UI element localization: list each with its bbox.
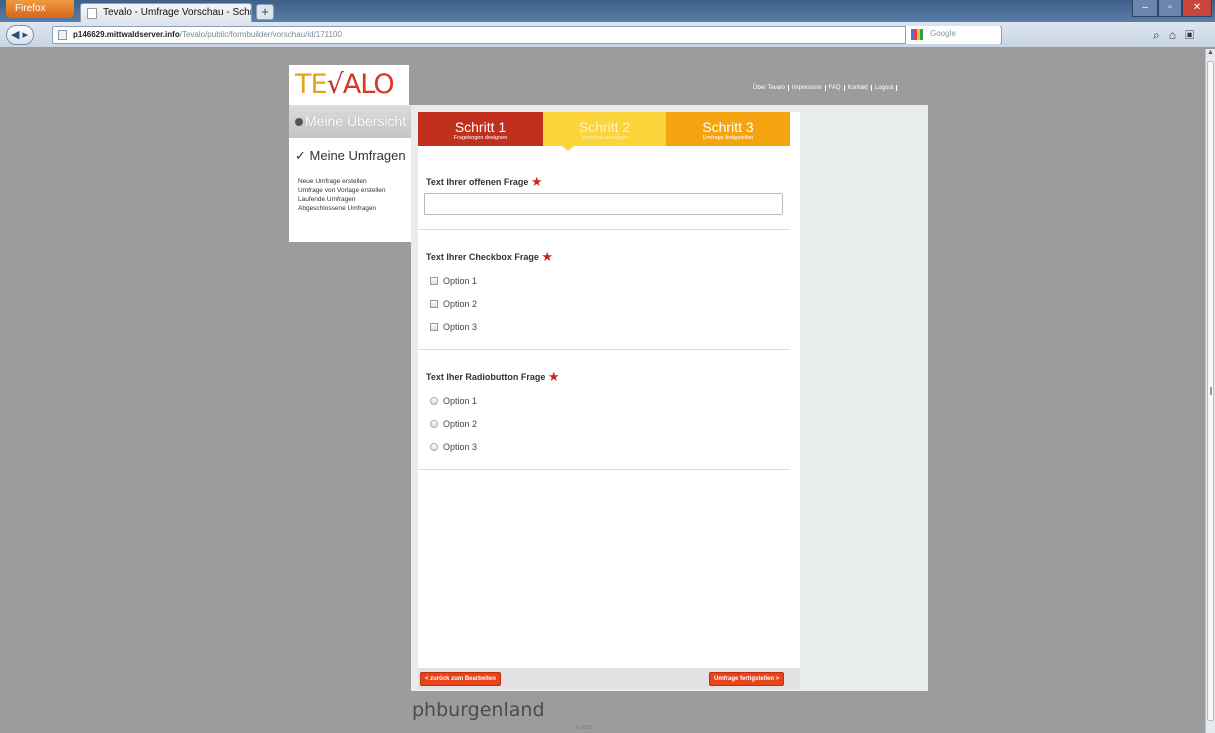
bookmarks-icon[interactable]: ▣ [1185, 28, 1203, 42]
survey-preview-form: Schritt 1 Fragebogen designen Schritt 2 … [418, 112, 800, 689]
link-faq[interactable]: FAQ [825, 85, 845, 91]
top-navigation: Über Tevalo Impressum FAQ Kontakt Logout [750, 85, 898, 91]
step-tabs: Schritt 1 Fragebogen designen Schritt 2 … [418, 112, 790, 146]
back-to-edit-button[interactable]: < zurück zum Bearbeiten [420, 672, 501, 686]
checkbox-option-2[interactable]: Option 2 [430, 299, 477, 309]
form-footer: < zurück zum Bearbeiten Umfrage fertigst… [418, 668, 800, 689]
divider [418, 349, 790, 350]
question-open-label: Text Ihrer offenen Frage ★ [426, 174, 543, 189]
required-star-icon: ★ [541, 249, 554, 264]
page-favicon-icon [87, 8, 97, 19]
checkbox-icon[interactable] [430, 277, 438, 285]
phburgenland-logo: phburgenland [412, 699, 545, 721]
scroll-up-arrow-icon[interactable]: ▲ [1206, 49, 1215, 60]
home-icon[interactable]: ⌂ [1169, 28, 1185, 42]
sidebar-link-survey-from-template[interactable]: Umfrage von Vorlage erstellen [298, 187, 385, 194]
link-ueber-tevalo[interactable]: Über Tevalo [750, 85, 789, 91]
question-checkbox-label: Text Ihrer Checkbox Frage ★ [426, 249, 554, 264]
finish-survey-button[interactable]: Umfrage fertigstellen > [709, 672, 785, 686]
sidebar: Meine Übersicht ✓ Meine Umfragen Neue Um… [289, 105, 411, 242]
maximize-button[interactable]: ▫ [1158, 0, 1182, 17]
divider [418, 469, 790, 470]
google-search-icon [911, 29, 923, 40]
toolbar-icons: ⌕⌂▣ [1153, 28, 1203, 43]
checkbox-option-1[interactable]: Option 1 [430, 276, 477, 286]
url-path: /Tevalo/public/formbuilder/vorschau/id/1… [179, 30, 342, 39]
navigation-bar: ◀ ▸ p146629.mittwaldserver.info/Tevalo/p… [0, 22, 1215, 48]
vertical-scrollbar[interactable]: ▲ [1205, 49, 1215, 733]
browser-tab[interactable]: Tevalo - Umfrage Vorschau - Schritt 2 [80, 3, 252, 22]
scroll-thumb[interactable] [1207, 61, 1214, 721]
search-field[interactable]: Google [905, 26, 1000, 44]
close-window-button[interactable]: ✕ [1182, 0, 1212, 17]
minimize-button[interactable]: – [1132, 0, 1158, 17]
bullet-icon [295, 118, 303, 126]
radio-button-icon[interactable] [430, 420, 438, 428]
copyright-text: © 2011 [576, 725, 592, 731]
question-radio-label: Text Iher Radiobutton Frage ★ [426, 369, 560, 384]
magnifier-icon[interactable]: ⌕ [1153, 28, 1169, 42]
back-button[interactable]: ◀ ▸ [6, 25, 34, 45]
page-identity-icon [58, 30, 67, 40]
sidebar-item-my-surveys[interactable]: ✓ Meine Umfragen [295, 148, 406, 164]
radio-button-icon[interactable] [430, 443, 438, 451]
address-bar[interactable]: p146629.mittwaldserver.info/Tevalo/publi… [52, 26, 1002, 44]
tevalo-logo[interactable]: TE√ALO [289, 65, 409, 105]
new-tab-button[interactable]: + [256, 4, 274, 20]
active-step-pointer-icon [562, 146, 574, 151]
scroll-grip-icon [1210, 387, 1212, 395]
radio-option-1[interactable]: Option 1 [430, 396, 477, 406]
divider [418, 229, 790, 230]
radio-button-icon[interactable] [430, 397, 438, 405]
link-logout[interactable]: Logout [871, 85, 898, 91]
checkbox-icon[interactable] [430, 323, 438, 331]
link-impressum[interactable]: Impressum [788, 85, 826, 91]
link-kontakt[interactable]: Kontakt [844, 85, 872, 91]
url-host: p146629.mittwaldserver.info [73, 30, 180, 39]
browser-tab-title: Tevalo - Umfrage Vorschau - Schritt 2 [103, 7, 251, 18]
window-titlebar: Firefox Tevalo - Umfrage Vorschau - Schr… [0, 0, 1215, 22]
page-viewport: TE√ALO Über Tevalo Impressum FAQ Kontakt Log… [0, 49, 1205, 733]
sidebar-link-new-survey[interactable]: Neue Umfrage erstellen [298, 178, 367, 185]
radio-option-3[interactable]: Option 3 [430, 442, 477, 452]
required-star-icon: ★ [547, 369, 560, 384]
firefox-menu-button[interactable]: Firefox [6, 0, 74, 18]
radio-option-2[interactable]: Option 2 [430, 419, 477, 429]
content-panel: Schritt 1 Fragebogen designen Schritt 2 … [411, 105, 928, 691]
checkbox-option-3[interactable]: Option 3 [430, 322, 477, 332]
open-answer-input[interactable] [424, 193, 783, 215]
checkbox-icon[interactable] [430, 300, 438, 308]
tab-step-3[interactable]: Schritt 3 Umfrage fertigstellen [666, 112, 790, 146]
sidebar-item-overview[interactable]: Meine Übersicht [289, 105, 411, 138]
required-star-icon: ★ [530, 174, 543, 189]
tab-step-2[interactable]: Schritt 2 Vorschau anzeigen [543, 112, 666, 146]
sidebar-link-closed-surveys[interactable]: Abgeschlossene Umfragen [298, 205, 376, 212]
sidebar-link-running-surveys[interactable]: Laufende Umfragen [298, 196, 355, 203]
search-placeholder: Google [930, 29, 956, 38]
tab-step-1[interactable]: Schritt 1 Fragebogen designen [418, 112, 543, 146]
